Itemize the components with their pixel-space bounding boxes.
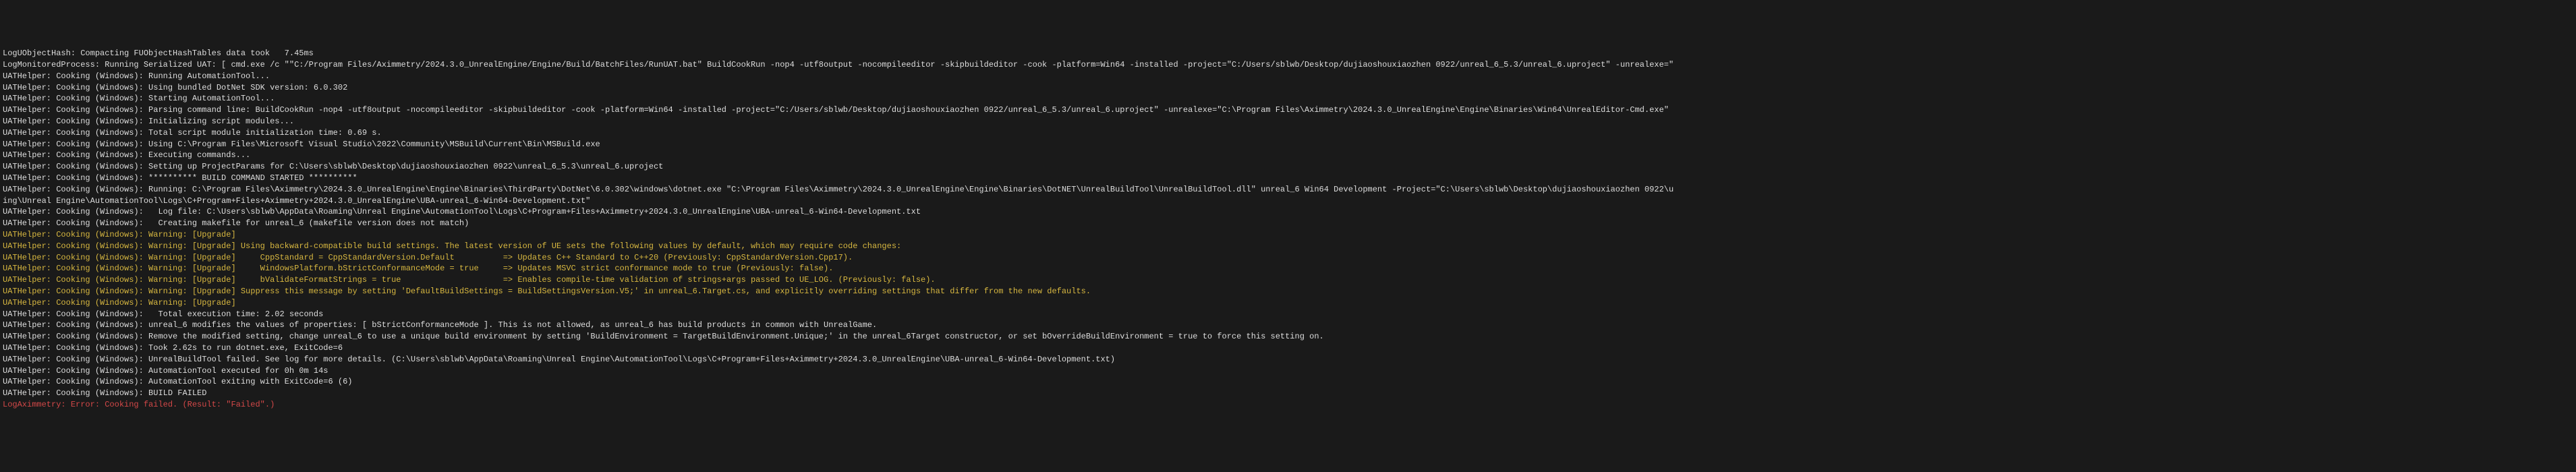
log-line: UATHelper: Cooking (Windows): Starting A… xyxy=(3,93,2573,105)
log-line: UATHelper: Cooking (Windows): Took 2.62s… xyxy=(3,343,2573,354)
log-line: UATHelper: Cooking (Windows): Warning: [… xyxy=(3,297,2573,309)
log-line: UATHelper: Cooking (Windows): Creating m… xyxy=(3,218,2573,229)
log-line: UATHelper: Cooking (Windows): Warning: [… xyxy=(3,252,2573,264)
log-line: UATHelper: Cooking (Windows): **********… xyxy=(3,173,2573,184)
log-line: UATHelper: Cooking (Windows): Warning: [… xyxy=(3,286,2573,297)
log-line: UATHelper: Cooking (Windows): Running Au… xyxy=(3,71,2573,82)
log-output: LogUObjectHash: Compacting FUObjectHashT… xyxy=(3,48,2573,411)
log-line: UATHelper: Cooking (Windows): Warning: [… xyxy=(3,263,2573,274)
log-line: LogAximmetry: Error: Cooking failed. (Re… xyxy=(3,399,2573,411)
log-line: UATHelper: Cooking (Windows): Automation… xyxy=(3,376,2573,388)
log-line: UATHelper: Cooking (Windows): Running: C… xyxy=(3,184,2573,196)
log-line: UATHelper: Cooking (Windows): Using bund… xyxy=(3,82,2573,94)
log-line: UATHelper: Cooking (Windows): Initializi… xyxy=(3,116,2573,127)
log-line: UATHelper: Cooking (Windows): Warning: [… xyxy=(3,229,2573,241)
log-line: UATHelper: Cooking (Windows): BUILD FAIL… xyxy=(3,388,2573,399)
log-line: UATHelper: Cooking (Windows): Warning: [… xyxy=(3,274,2573,286)
log-line: UATHelper: Cooking (Windows): Automation… xyxy=(3,365,2573,377)
log-line: UATHelper: Cooking (Windows): Total exec… xyxy=(3,309,2573,320)
log-line: LogMonitoredProcess: Running Serialized … xyxy=(3,59,2573,71)
log-line: UATHelper: Cooking (Windows): Log file: … xyxy=(3,206,2573,218)
log-line: UATHelper: Cooking (Windows): UnrealBuil… xyxy=(3,354,2573,365)
log-line: UATHelper: Cooking (Windows): Using C:\P… xyxy=(3,139,2573,150)
log-line: UATHelper: Cooking (Windows): Setting up… xyxy=(3,161,2573,173)
log-line: UATHelper: Cooking (Windows): Executing … xyxy=(3,150,2573,161)
log-line: UATHelper: Cooking (Windows): Remove the… xyxy=(3,331,2573,343)
log-line: UATHelper: Cooking (Windows): Warning: [… xyxy=(3,241,2573,252)
log-line: LogUObjectHash: Compacting FUObjectHashT… xyxy=(3,48,2573,59)
log-line: UATHelper: Cooking (Windows): Total scri… xyxy=(3,127,2573,139)
log-line: UATHelper: Cooking (Windows): unreal_6 m… xyxy=(3,320,2573,331)
log-line: ing\Unreal Engine\AutomationTool\Logs\C+… xyxy=(3,196,2573,207)
log-line: UATHelper: Cooking (Windows): Parsing co… xyxy=(3,105,2573,116)
